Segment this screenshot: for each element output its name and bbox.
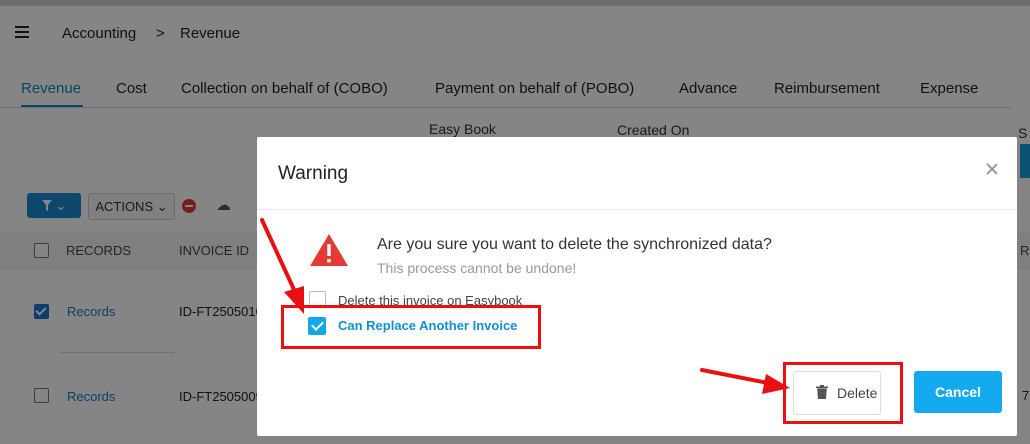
highlight-replace-option bbox=[281, 305, 541, 349]
warning-dialog: Warning Are you sure you want to delete … bbox=[257, 137, 1017, 436]
cancel-button[interactable]: Cancel bbox=[914, 371, 1002, 413]
dialog-message: Are you sure you want to delete the sync… bbox=[377, 236, 772, 253]
dialog-header: Warning bbox=[257, 137, 1017, 210]
dialog-title: Warning bbox=[278, 163, 349, 184]
highlight-delete-button bbox=[783, 362, 903, 424]
dialog-sub-message: This process cannot be undone! bbox=[377, 260, 577, 276]
close-icon[interactable] bbox=[984, 161, 1000, 177]
warning-icon bbox=[310, 234, 348, 266]
